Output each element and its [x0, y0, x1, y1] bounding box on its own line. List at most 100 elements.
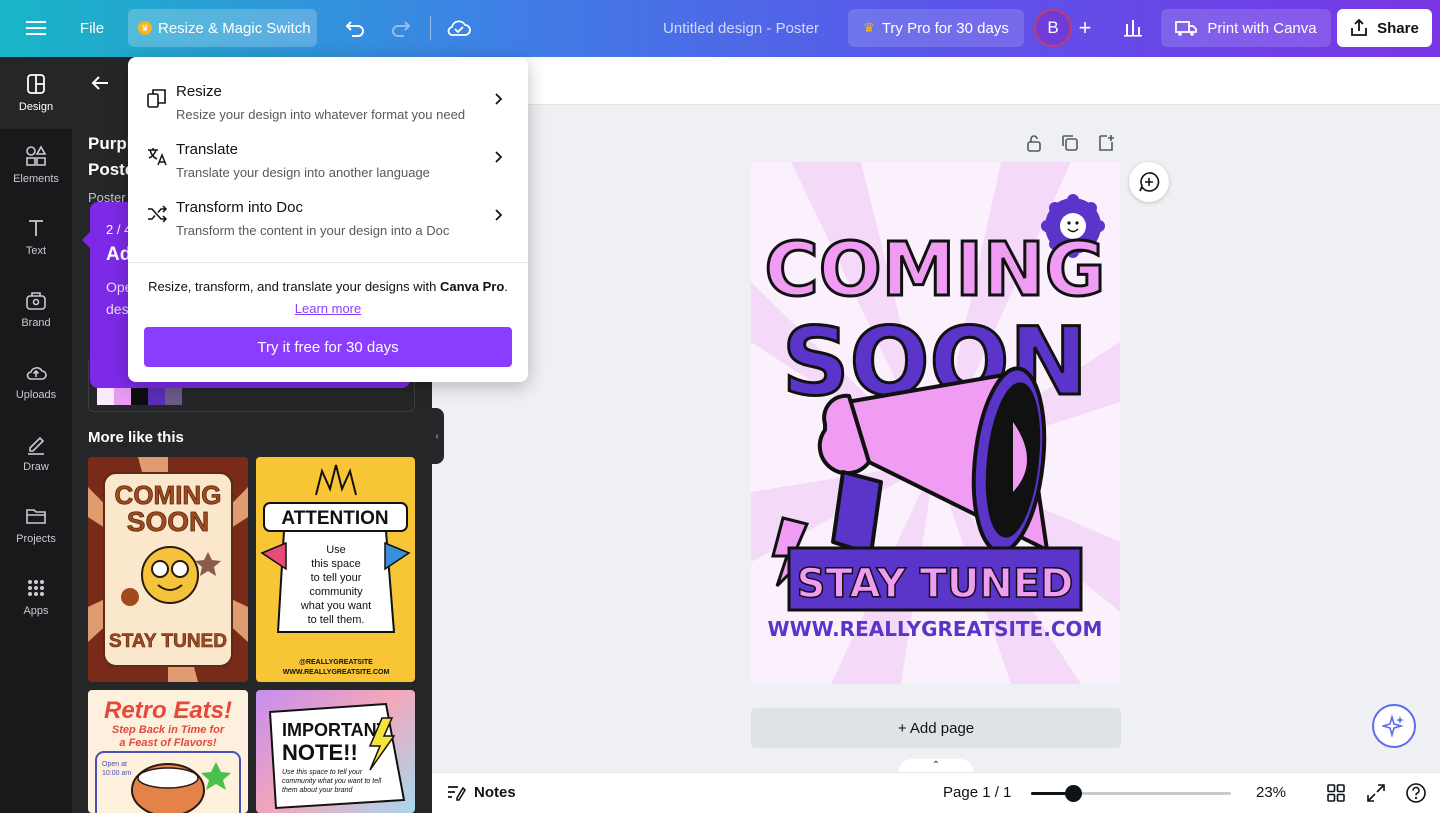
- tooltip-pointer: [82, 232, 90, 248]
- shuffle-icon: [148, 205, 168, 223]
- template-thumbnail-retro-eats[interactable]: Retro Eats! Step Back in Time for a Feas…: [88, 690, 248, 813]
- try-free-button[interactable]: Try it free for 30 days: [144, 327, 512, 367]
- zoom-slider[interactable]: [1031, 785, 1231, 802]
- resize-magic-switch-menu: Resize Resize your design into whatever …: [128, 57, 528, 382]
- bottom-bar: Notes Page 1 / 1 23%: [432, 772, 1440, 813]
- add-collaborator-button[interactable]: +: [1074, 10, 1096, 46]
- swatch[interactable]: [165, 388, 182, 405]
- page-tools: [1024, 133, 1116, 153]
- share-upload-icon: [1351, 19, 1368, 36]
- thumb-text: community: [309, 586, 363, 598]
- toolbar-divider: [430, 16, 431, 40]
- duplicate-page-button[interactable]: [1060, 133, 1080, 153]
- help-icon: [1406, 783, 1426, 803]
- template-thumbnail-important-note[interactable]: IMPORTANT NOTE!! Use this space to tell …: [256, 690, 415, 813]
- resize-magic-switch-button[interactable]: ♛ Resize & Magic Switch: [128, 9, 317, 47]
- insights-button[interactable]: [1116, 9, 1150, 47]
- rail-item-elements[interactable]: Elements: [0, 129, 72, 201]
- resize-icon: [147, 89, 166, 108]
- swatch[interactable]: [131, 388, 148, 405]
- thumb-text: Use this space to tell your: [282, 769, 363, 776]
- chevron-right-icon: [495, 151, 503, 163]
- show-pages-button[interactable]: ⌃: [898, 759, 974, 773]
- thumb-text: @REALLYGREATSITE: [299, 659, 373, 666]
- redo-button[interactable]: [382, 10, 420, 46]
- swatch[interactable]: [114, 388, 131, 405]
- thumb-text: them about your brand: [282, 787, 354, 794]
- translate-icon: [148, 148, 167, 166]
- thumbnail-art: COMING SOON STAY TUNED: [88, 457, 248, 682]
- help-button[interactable]: [1405, 782, 1427, 804]
- palette-swatches: [97, 388, 182, 405]
- add-comment-button[interactable]: [1129, 162, 1169, 202]
- page-indicator[interactable]: Page 1 / 1: [943, 784, 1011, 801]
- poster-banner-text[interactable]: STAY TUNED: [796, 560, 1074, 608]
- menu-item-description: Resize your design into whatever format …: [176, 107, 466, 122]
- lock-page-button[interactable]: [1024, 133, 1044, 153]
- zoom-slider-knob[interactable]: [1065, 785, 1082, 802]
- menu-item-translate[interactable]: Translate Translate your design into ano…: [128, 129, 528, 187]
- share-button[interactable]: Share: [1337, 9, 1432, 47]
- projects-icon: [26, 509, 46, 524]
- thumb-text: Step Back in Time for: [112, 724, 225, 736]
- menu-button[interactable]: [16, 10, 56, 46]
- template-thumbnail-attention[interactable]: ATTENTION Use this space to tell your co…: [256, 457, 415, 682]
- rail-item-brand[interactable]: Brand: [0, 273, 72, 345]
- lock-icon: [1027, 135, 1041, 152]
- try-pro-button[interactable]: ♛ Try Pro for 30 days: [848, 9, 1024, 47]
- sparkle-icon: [1382, 714, 1404, 738]
- collapse-panel-button[interactable]: ‹: [430, 408, 444, 464]
- pro-promo-text: Resize, transform, and translate your de…: [128, 279, 528, 294]
- rail-item-apps[interactable]: Apps: [0, 561, 72, 633]
- thumb-text: SOON: [127, 506, 209, 537]
- canva-assistant-button[interactable]: [1372, 704, 1416, 748]
- thumb-text: IMPORTANT: [282, 720, 388, 740]
- zoom-level[interactable]: 23%: [1256, 784, 1286, 801]
- thumb-text: Retro Eats!: [104, 697, 232, 724]
- document-title[interactable]: Untitled design - Poster: [646, 10, 836, 46]
- menu-item-resize[interactable]: Resize Resize your design into whatever …: [128, 71, 528, 129]
- rail-label: Text: [25, 245, 47, 257]
- arrow-left-icon: [91, 76, 108, 90]
- try-pro-label: Try Pro for 30 days: [881, 19, 1009, 37]
- notes-button[interactable]: Notes: [446, 783, 516, 801]
- print-with-canva-button[interactable]: Print with Canva: [1161, 9, 1331, 47]
- thumb-text: community what you want to tell: [282, 778, 382, 785]
- bar-chart-icon: [1124, 20, 1142, 37]
- rail-label: Apps: [23, 605, 49, 617]
- avatar[interactable]: B: [1034, 9, 1072, 47]
- add-page-button[interactable]: + Add page: [751, 708, 1121, 748]
- back-button[interactable]: [88, 71, 112, 95]
- rail-item-projects[interactable]: Projects: [0, 489, 72, 561]
- menu-item-transform-into-doc[interactable]: Transform into Doc Transform the content…: [128, 187, 528, 245]
- rail-item-text[interactable]: Text: [0, 201, 72, 273]
- thumb-text: Open at: [102, 761, 127, 768]
- add-page-top-button[interactable]: [1096, 133, 1116, 153]
- swatch[interactable]: [97, 388, 114, 405]
- design-page[interactable]: COMING SOON STAY TUNED WWW.REALLYGREATSI…: [751, 162, 1120, 684]
- hamburger-icon: [26, 21, 46, 35]
- file-menu-button[interactable]: File: [68, 10, 116, 46]
- resize-magic-switch-label: Resize & Magic Switch: [158, 19, 311, 37]
- crown-icon: ♛: [138, 21, 152, 35]
- learn-more-link[interactable]: Learn more: [128, 301, 528, 316]
- grid-view-button[interactable]: [1325, 782, 1347, 804]
- rail-item-design[interactable]: Design: [0, 57, 72, 129]
- rail-label: Elements: [13, 173, 59, 185]
- poster-heading-coming[interactable]: COMING: [763, 226, 1107, 315]
- thumb-text: Use: [326, 544, 346, 556]
- fullscreen-button[interactable]: [1365, 782, 1387, 804]
- text-icon: [29, 220, 43, 236]
- rail-item-draw[interactable]: Draw: [0, 417, 72, 489]
- swatch[interactable]: [148, 388, 165, 405]
- save-status-button[interactable]: [440, 10, 478, 46]
- brand-icon: [26, 292, 46, 310]
- thumb-text: to tell them.: [308, 614, 365, 626]
- rail-label: Draw: [23, 461, 49, 473]
- chevron-up-icon: ⌃: [931, 760, 941, 771]
- undo-button[interactable]: [336, 10, 374, 46]
- poster-url[interactable]: WWW.REALLYGREATSITE.COM: [768, 617, 1103, 641]
- rail-item-uploads[interactable]: Uploads: [0, 345, 72, 417]
- menu-item-description: Translate your design into another langu…: [176, 165, 430, 180]
- template-thumbnail-coming-soon[interactable]: COMING SOON STAY TUNED: [88, 457, 248, 682]
